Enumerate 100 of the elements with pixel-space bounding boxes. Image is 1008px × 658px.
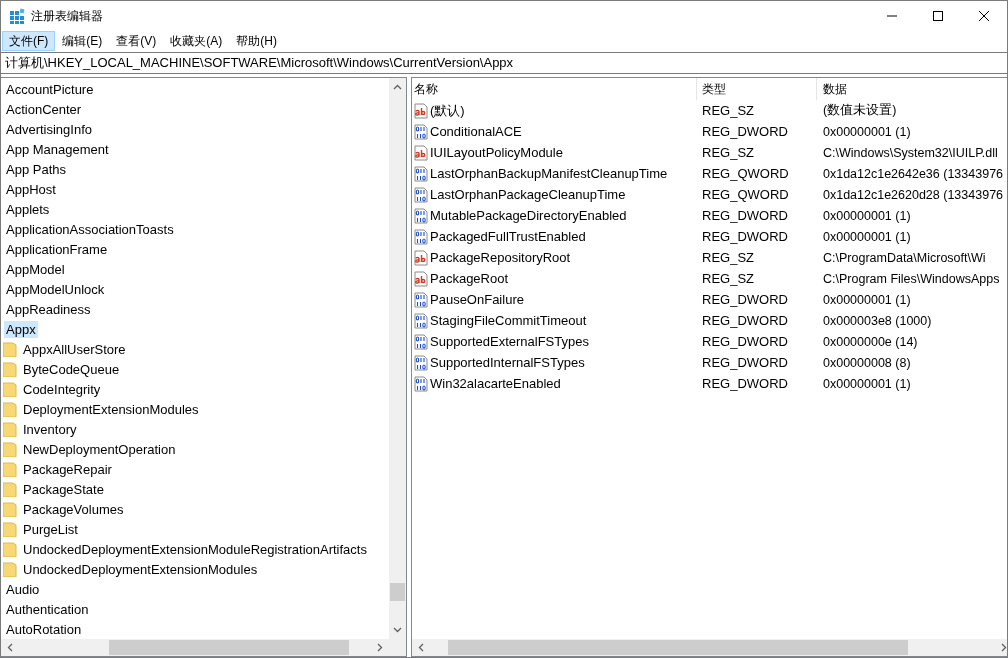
tree-item[interactable]: AppModel bbox=[4, 260, 67, 278]
tree-item[interactable]: ApplicationFrame bbox=[4, 240, 110, 258]
value-type: REG_SZ bbox=[701, 145, 755, 160]
binary-value-icon bbox=[413, 165, 429, 182]
folder-icon bbox=[3, 381, 17, 397]
tree-item[interactable]: PurgeList bbox=[21, 520, 80, 538]
value-type: REG_DWORD bbox=[701, 355, 789, 370]
tree-item[interactable]: AppHost bbox=[4, 180, 58, 198]
string-value-icon bbox=[413, 144, 429, 161]
value-type: REG_SZ bbox=[701, 250, 755, 265]
value-name[interactable]: SupportedInternalFSTypes bbox=[430, 355, 585, 370]
string-value-icon bbox=[413, 102, 429, 119]
tree-item[interactable]: NewDeploymentOperation bbox=[21, 440, 178, 458]
column-header[interactable]: 数据 bbox=[817, 78, 1007, 100]
scroll-thumb[interactable] bbox=[109, 640, 349, 655]
tree-item[interactable]: UndockedDeploymentExtensionModules bbox=[21, 560, 260, 578]
value-data: 0x00000001 (1) bbox=[822, 208, 911, 223]
value-name[interactable]: SupportedExternalFSTypes bbox=[430, 334, 589, 349]
tree-item[interactable]: AccountPicture bbox=[4, 80, 96, 98]
value-data: 0x00000008 (8) bbox=[822, 355, 911, 370]
menu-item[interactable]: 编辑(E) bbox=[55, 31, 110, 51]
tree-item[interactable]: ByteCodeQueue bbox=[21, 360, 122, 378]
column-header[interactable]: 名称 bbox=[412, 78, 697, 100]
menu-item[interactable]: 收藏夹(A) bbox=[163, 31, 230, 51]
tree-item[interactable]: CodeIntegrity bbox=[21, 380, 103, 398]
scroll-thumb[interactable] bbox=[448, 640, 908, 655]
tree-item[interactable]: Audio bbox=[4, 580, 42, 598]
tree-item[interactable]: ApplicationAssociationToasts bbox=[4, 220, 176, 238]
value-name[interactable]: MutablePackageDirectoryEnabled bbox=[430, 208, 627, 223]
value-data: 0x000003e8 (1000) bbox=[822, 313, 932, 328]
value-data: 0x1da12c1e2642e36 (13343976 bbox=[822, 166, 1004, 181]
chevron-right-icon[interactable] bbox=[1001, 643, 1007, 652]
chevron-right-icon[interactable] bbox=[377, 643, 383, 652]
tree-item[interactable]: PackageRepair bbox=[21, 460, 114, 478]
binary-value-icon bbox=[413, 333, 429, 350]
horizontal-scrollbar[interactable] bbox=[412, 639, 1007, 656]
tree-item[interactable]: AppReadiness bbox=[4, 300, 93, 318]
folder-icon bbox=[3, 541, 17, 557]
value-name[interactable]: StagingFileCommitTimeout bbox=[430, 313, 587, 328]
chevron-down-icon[interactable] bbox=[393, 627, 402, 633]
tree-item[interactable]: App Paths bbox=[4, 160, 68, 178]
folder-icon bbox=[3, 561, 17, 577]
tree-item[interactable]: Authentication bbox=[4, 600, 91, 618]
value-name[interactable]: (默认) bbox=[430, 101, 465, 120]
value-type: REG_DWORD bbox=[701, 376, 789, 391]
binary-value-icon bbox=[413, 291, 429, 308]
binary-value-icon bbox=[413, 123, 429, 140]
maximize-icon bbox=[933, 11, 943, 21]
folder-icon bbox=[3, 341, 17, 357]
app-icon bbox=[9, 8, 25, 24]
chevron-up-icon[interactable] bbox=[393, 84, 402, 90]
menu-item[interactable]: 文件(F) bbox=[2, 31, 56, 51]
binary-value-icon bbox=[413, 375, 429, 392]
folder-icon bbox=[3, 401, 17, 417]
tree-item[interactable]: PackageVolumes bbox=[21, 500, 126, 518]
vertical-scrollbar[interactable] bbox=[389, 78, 406, 639]
menu-item[interactable]: 帮助(H) bbox=[229, 31, 284, 51]
tree-item[interactable]: ActionCenter bbox=[4, 100, 84, 118]
tree-item[interactable]: Appx bbox=[4, 320, 38, 338]
value-name[interactable]: IUILayoutPolicyModule bbox=[430, 145, 563, 160]
value-data: 0x00000001 (1) bbox=[822, 376, 911, 391]
tree-item[interactable]: AutoRotation bbox=[4, 620, 84, 638]
tree-item[interactable]: Applets bbox=[4, 200, 52, 218]
tree-item[interactable]: DeploymentExtensionModules bbox=[21, 400, 201, 418]
binary-value-icon bbox=[413, 228, 429, 245]
value-data: 0x00000001 (1) bbox=[822, 229, 911, 244]
binary-value-icon bbox=[413, 186, 429, 203]
scroll-thumb[interactable] bbox=[390, 583, 405, 601]
close-icon bbox=[979, 11, 989, 21]
value-name[interactable]: LastOrphanPackageCleanupTime bbox=[430, 187, 626, 202]
value-type: REG_QWORD bbox=[701, 166, 790, 181]
tree-item[interactable]: PackageState bbox=[21, 480, 106, 498]
column-header[interactable]: 类型 bbox=[697, 78, 817, 100]
tree-item[interactable]: AppModelUnlock bbox=[4, 280, 107, 298]
folder-icon bbox=[3, 441, 17, 457]
value-name[interactable]: PackagedFullTrustEnabled bbox=[430, 229, 586, 244]
menu-item[interactable]: 查看(V) bbox=[109, 31, 164, 51]
value-name[interactable]: ConditionalACE bbox=[430, 124, 522, 139]
chevron-left-icon[interactable] bbox=[7, 643, 13, 652]
folder-icon bbox=[3, 421, 17, 437]
tree-item[interactable]: AppxAllUserStore bbox=[21, 340, 128, 358]
value-type: REG_QWORD bbox=[701, 187, 790, 202]
binary-value-icon bbox=[413, 207, 429, 224]
value-name[interactable]: PackageRepositoryRoot bbox=[430, 250, 571, 265]
value-data: C:\Program Files\WindowsApps bbox=[822, 271, 1000, 286]
value-name[interactable]: PackageRoot bbox=[430, 271, 509, 286]
tree-item[interactable]: App Management bbox=[4, 140, 111, 158]
string-value-icon bbox=[413, 270, 429, 287]
window-title: 注册表编辑器 bbox=[31, 7, 103, 25]
tree-item[interactable]: Inventory bbox=[21, 420, 79, 438]
value-data: (数值未设置) bbox=[822, 102, 897, 119]
tree-item[interactable]: UndockedDeploymentExtensionModuleRegistrationArtifacts bbox=[21, 540, 369, 558]
chevron-left-icon[interactable] bbox=[418, 643, 424, 652]
value-name[interactable]: LastOrphanBackupManifestCleanupTime bbox=[430, 166, 668, 181]
value-name[interactable]: PauseOnFailure bbox=[430, 292, 524, 307]
address-bar[interactable]: 计算机\HKEY_LOCAL_MACHINE\SOFTWARE\Microsoft\Windows\CurrentVersion\Appx bbox=[1, 52, 1007, 74]
tree-item[interactable]: AdvertisingInfo bbox=[4, 120, 94, 138]
value-type: REG_DWORD bbox=[701, 292, 789, 307]
value-type: REG_DWORD bbox=[701, 208, 789, 223]
value-name[interactable]: Win32alacarteEnabled bbox=[430, 376, 561, 391]
